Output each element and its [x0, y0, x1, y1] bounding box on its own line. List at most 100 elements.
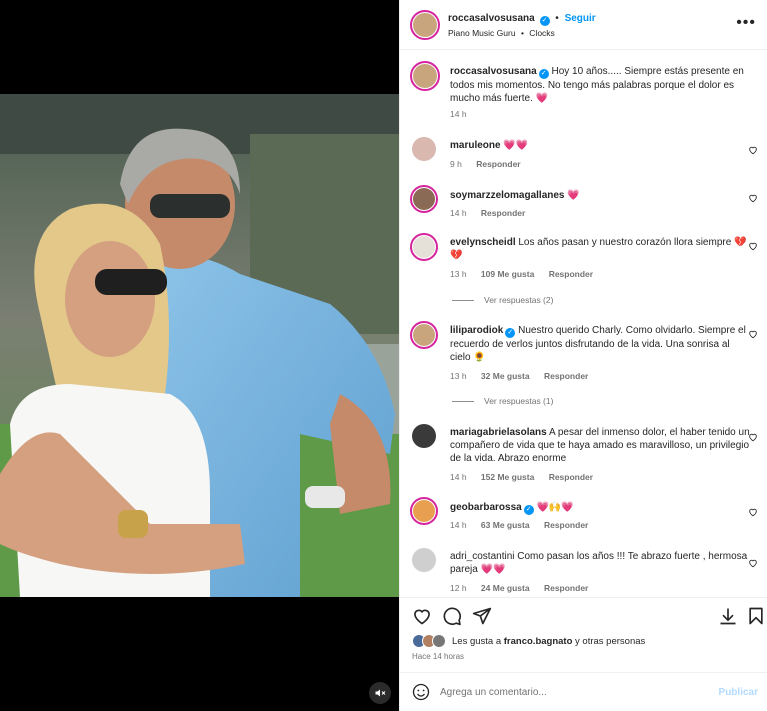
- commenter-avatar[interactable]: [412, 137, 436, 161]
- comment-time: 13 h: [450, 371, 467, 381]
- caption-avatar[interactable]: [410, 61, 440, 91]
- reply-button[interactable]: Responder: [549, 472, 593, 482]
- post-header: roccasalvosusana ✓ • Seguir Piano Music …: [400, 0, 767, 50]
- like-comment-icon[interactable]: [748, 193, 758, 203]
- comment-meta: 14 h 152 Me gusta Responder: [450, 472, 605, 482]
- reply-button[interactable]: Responder: [549, 269, 593, 279]
- comment-time: 14 h: [450, 472, 467, 482]
- reply-button[interactable]: Responder: [544, 583, 588, 593]
- comment-username[interactable]: adri_costantini: [450, 551, 514, 562]
- reply-button[interactable]: Responder: [481, 208, 525, 218]
- comment-likes[interactable]: 152 Me gusta: [481, 472, 534, 482]
- like-comment-icon[interactable]: [748, 329, 758, 339]
- comments-list[interactable]: roccasalvosusana ✓ Hoy 10 años..... Siemp…: [400, 51, 767, 597]
- verified-badge-icon: ✓: [505, 328, 516, 338]
- comment-username[interactable]: mariagabrielasolans: [450, 427, 547, 438]
- comment-body: Los años pasan y nuestro corazón llora s…: [518, 237, 732, 248]
- view-replies-button[interactable]: Ver respuestas (2): [452, 295, 553, 305]
- reply-button[interactable]: Responder: [544, 371, 588, 381]
- likes-suffix: y otras personas: [575, 636, 646, 647]
- view-replies-label: Ver respuestas (1): [484, 396, 554, 406]
- likes-summary[interactable]: Les gusta a franco.bagnato y otras perso…: [452, 636, 645, 647]
- comment-emoji: 💗💗: [503, 140, 529, 151]
- publish-button[interactable]: Publicar: [719, 687, 758, 698]
- post-photo[interactable]: [0, 94, 399, 597]
- heart-icon[interactable]: [412, 606, 432, 626]
- comment-username[interactable]: soymarzzelomagallanes: [450, 190, 565, 201]
- audio-attribution[interactable]: Piano Music Guru • Clocks: [448, 28, 555, 38]
- comment-time: 14 h: [450, 208, 467, 218]
- comment-meta: 14 h Responder: [450, 208, 537, 218]
- comment-likes[interactable]: 32 Me gusta: [481, 371, 530, 381]
- likes-user[interactable]: franco.bagnato: [504, 636, 573, 647]
- verified-badge-icon: ✓: [538, 69, 549, 79]
- comment-time: 14 h: [450, 520, 467, 530]
- music-separator: •: [520, 28, 524, 38]
- comment-text: liliparodiok ✓ Nuestro querido Charly. Co…: [450, 324, 750, 364]
- separator-dot: •: [555, 13, 559, 24]
- replies-line: [452, 300, 474, 302]
- comment-meta: 13 h 109 Me gusta Responder: [450, 269, 605, 279]
- comment-username[interactable]: maruleone: [450, 140, 501, 151]
- comment-text: adri_costantini Como pasan los años !!! …: [450, 550, 750, 576]
- music-name: Piano Music Guru: [448, 28, 516, 38]
- comment-username[interactable]: evelynscheidl: [450, 237, 516, 248]
- follow-button[interactable]: Seguir: [565, 13, 596, 24]
- comment-likes[interactable]: 63 Me gusta: [481, 520, 530, 530]
- music-track: Clocks: [529, 28, 555, 38]
- commenter-avatar[interactable]: [410, 185, 438, 213]
- post-media[interactable]: [0, 0, 399, 711]
- heart-emoji: 💗: [535, 93, 549, 104]
- comment-text: maruleone 💗💗: [450, 139, 750, 152]
- post-actions: Les gusta a franco.bagnato y otras perso…: [400, 597, 767, 672]
- comment-likes[interactable]: 24 Me gusta: [481, 583, 530, 593]
- commenter-avatar[interactable]: [410, 233, 438, 261]
- comment-emoji: 💗💗: [480, 564, 506, 575]
- comment-meta: 12 h 24 Me gusta Responder: [450, 583, 600, 593]
- download-icon[interactable]: [718, 606, 738, 626]
- comment-emoji: 🌻: [473, 352, 486, 363]
- comment-username[interactable]: geobarbarossa: [450, 502, 522, 513]
- like-comment-icon[interactable]: [748, 507, 758, 517]
- comment-text: evelynscheidl Los años pasan y nuestro c…: [450, 236, 750, 262]
- likers-avatars[interactable]: [412, 634, 452, 648]
- comment-text: mariagabrielasolans A pesar del inmenso …: [450, 426, 750, 465]
- author-username[interactable]: roccasalvosusana: [448, 13, 535, 24]
- comment-username[interactable]: liliparodiok: [450, 325, 503, 336]
- commenter-avatar[interactable]: [410, 497, 438, 525]
- likes-prefix: Les gusta a: [452, 636, 502, 647]
- replies-line: [452, 401, 474, 403]
- mute-icon: [375, 689, 386, 697]
- like-comment-icon[interactable]: [748, 558, 758, 568]
- commenter-avatar[interactable]: [410, 321, 438, 349]
- caption-meta: 14 h: [450, 109, 479, 119]
- comment-text: geobarbarossa ✓ 💗🙌💗: [450, 501, 750, 515]
- comment-emoji: 💗: [567, 190, 580, 201]
- view-replies-label: Ver respuestas (2): [484, 295, 554, 305]
- post-time: Hace 14 horas: [412, 652, 465, 661]
- like-comment-icon[interactable]: [748, 145, 758, 155]
- smile-icon[interactable]: [412, 683, 430, 701]
- mute-button[interactable]: [369, 682, 391, 704]
- commenter-avatar[interactable]: [412, 548, 436, 572]
- reply-button[interactable]: Responder: [544, 520, 588, 530]
- commenter-avatar[interactable]: [412, 424, 436, 448]
- more-icon[interactable]: •••: [736, 14, 756, 32]
- reply-button[interactable]: Responder: [476, 159, 520, 169]
- bookmark-icon[interactable]: [746, 606, 766, 626]
- comment-time: 12 h: [450, 583, 467, 593]
- couple-photo: [0, 94, 399, 597]
- view-replies-button[interactable]: Ver respuestas (1): [452, 396, 553, 406]
- comment-meta: 13 h 32 Me gusta Responder: [450, 371, 600, 381]
- add-comment-bar: Publicar: [400, 672, 767, 711]
- comment-input[interactable]: [440, 683, 700, 701]
- comment-likes[interactable]: 109 Me gusta: [481, 269, 534, 279]
- like-comment-icon[interactable]: [748, 432, 758, 442]
- caption-username[interactable]: roccasalvosusana: [450, 66, 537, 77]
- comment-icon[interactable]: [442, 606, 462, 626]
- send-icon[interactable]: [472, 606, 492, 626]
- liker-avatar: [432, 634, 446, 648]
- author-avatar[interactable]: [410, 10, 440, 40]
- caption-time: 14 h: [450, 109, 467, 119]
- like-comment-icon[interactable]: [748, 241, 758, 251]
